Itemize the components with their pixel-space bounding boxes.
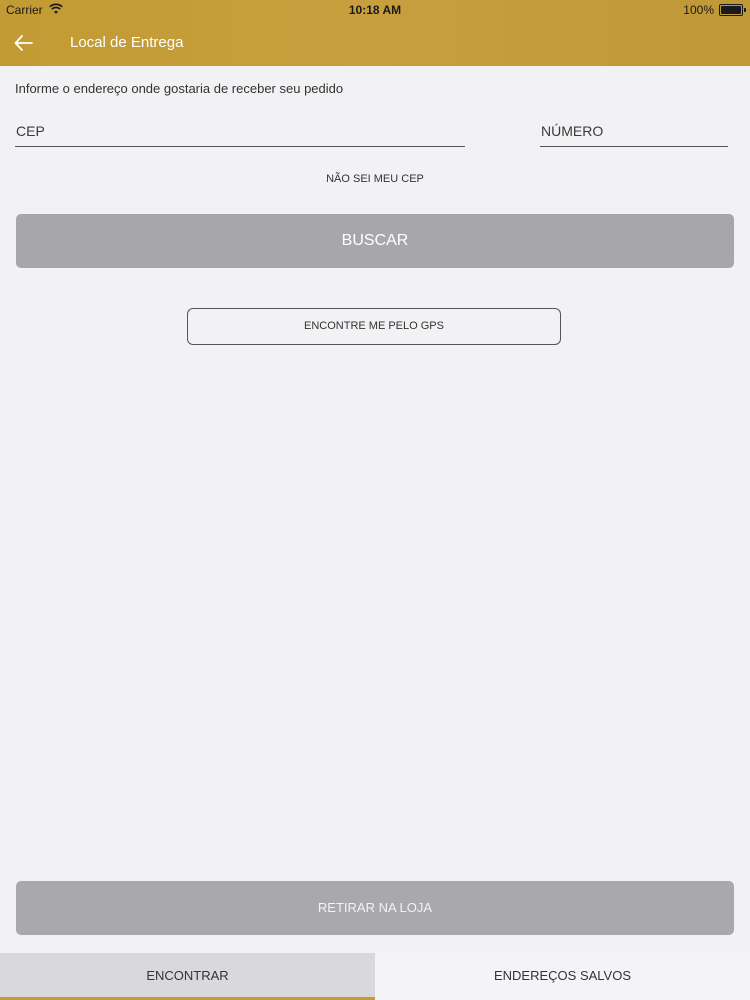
- tab-encontrar[interactable]: ENCONTRAR: [0, 953, 375, 1000]
- buscar-button[interactable]: BUSCAR: [16, 214, 734, 268]
- numero-field: [540, 118, 729, 147]
- retirar-na-loja-button[interactable]: RETIRAR NA LOJA: [16, 881, 734, 935]
- app-header: Carrier 10:18 AM 100% Local de Entrega: [0, 0, 750, 66]
- back-button[interactable]: [12, 31, 36, 55]
- numero-input[interactable]: [540, 118, 729, 144]
- nao-sei-cep-link[interactable]: NÃO SEI MEU CEP: [0, 173, 750, 185]
- battery-percentage: 100%: [683, 3, 714, 17]
- cep-input[interactable]: [15, 118, 466, 144]
- cep-field: [15, 118, 466, 147]
- page-title: Local de Entrega: [70, 34, 184, 51]
- instruction-text: Informe o endereço onde gostaria de rece…: [15, 81, 344, 96]
- tab-enderecos-salvos[interactable]: ENDEREÇOS SALVOS: [375, 953, 750, 1000]
- gps-button[interactable]: ENCONTRE ME PELO GPS: [187, 308, 561, 345]
- battery-icon: [719, 4, 746, 16]
- status-bar: Carrier 10:18 AM 100%: [0, 0, 750, 20]
- arrow-left-icon: [14, 35, 33, 51]
- bottom-tab-bar: ENCONTRAR ENDEREÇOS SALVOS: [0, 953, 750, 1000]
- clock: 10:18 AM: [348, 3, 402, 17]
